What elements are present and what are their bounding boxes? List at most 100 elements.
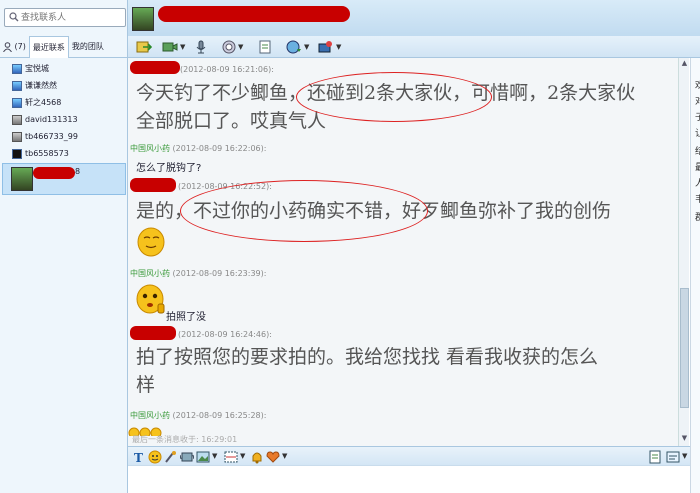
shake-window-icon[interactable] [180,450,194,464]
chat-toolbar: ▼ ▼ ▼ ▼ [128,36,700,58]
message-history-icon[interactable] [648,450,662,464]
message-timestamp: (2012-08-09 16:21:06): [180,65,274,74]
message-text: 样 [136,374,156,396]
tab-contacts[interactable]: (7) [0,36,29,58]
contact-search-input[interactable] [21,11,121,24]
contact-sidebar: (7) 最近联系 我的团队 宝悦城 谦谦然然 轩之4568 david13131… [0,0,128,493]
chevron-down-icon[interactable]: ▼ [682,452,687,460]
sender-name: 中国风小药 [130,144,170,153]
avatar[interactable] [132,7,154,31]
message-timestamp: (2012-08-09 16:22:06): [172,144,267,153]
chat-history: (2012-08-09 16:21:06): 今天钓了不少鲫鱼，还碰到2条大家伙… [128,58,688,446]
contact-item[interactable]: david131313 [0,111,128,128]
redaction-mark [130,178,176,192]
avatar [12,148,22,159]
highlight-circle [296,72,492,122]
side-panel-char: 欢 [695,78,700,91]
apps-icon [318,41,332,53]
contact-item[interactable]: tb466733_99 [0,128,128,145]
svg-text:T: T [134,451,143,464]
redaction-mark [130,61,180,74]
document-icon [259,40,271,54]
side-panel-char: 人 [695,176,700,189]
voice-button[interactable] [194,39,208,55]
avatar [12,131,22,142]
thinking-emoticon-icon [136,284,165,314]
avatar [12,63,22,74]
avatar [11,167,33,191]
side-panel-char: 让 [695,126,700,139]
heart-icon[interactable] [266,450,280,464]
more-apps-button[interactable]: ▼ [318,39,341,55]
message-input[interactable] [128,466,690,493]
chevron-down-icon[interactable]: ▼ [212,452,217,460]
redaction-mark [158,6,350,22]
side-panel-char: 韦 [695,192,700,205]
sender-name: 中国风小药 [130,269,170,278]
search-icon [9,12,19,22]
chat-header [128,0,700,36]
scrollbar-thumb[interactable] [680,288,689,408]
screenshot-icon[interactable] [224,450,238,464]
bell-icon[interactable] [250,450,264,464]
contact-item[interactable]: 宝悦城 [0,60,128,77]
contact-name: 宝悦城 [25,64,49,73]
remote-assist-button[interactable]: ▼ [222,39,243,55]
avatar [12,114,22,125]
side-panel-char: 结 [695,144,700,157]
contact-item[interactable]: 谦谦然然 [0,77,128,94]
person-icon [3,41,12,52]
message-header: 中国风小药 (2012-08-09 16:23:39): [130,268,266,279]
message-timestamp: (2012-08-09 16:23:39): [172,269,267,278]
video-button[interactable]: ▼ [162,39,185,55]
target-icon [222,40,236,54]
video-call-icon [162,42,178,52]
tab-recent[interactable]: 最近联系 [28,36,69,58]
contact-name: tb466733_99 [25,132,78,141]
message-text: 怎么了脱钩了? [136,163,202,174]
smiley-emoticon-icon [137,227,165,257]
image-icon[interactable] [196,450,210,464]
share-button[interactable]: ▼ [286,39,309,55]
scroll-down-icon[interactable]: ▼ [680,434,689,443]
last-message-note: 最后一条消息收于: 16:29:01 [132,435,238,444]
contact-name: 谦谦然然 [25,81,57,90]
avatar [12,80,22,91]
chevron-down-icon[interactable]: ▼ [336,43,341,51]
contact-tabs: (7) 最近联系 我的团队 [0,36,128,58]
message-timestamp: (2012-08-09 16:25:28): [172,411,267,420]
screenshot-button[interactable] [258,39,272,55]
avatar [12,97,22,108]
microphone-icon [196,40,206,54]
message-timestamp: (2012-08-09 16:24:46): [178,330,272,339]
tab-contacts-count: (7) [14,42,26,51]
chevron-down-icon[interactable]: ▼ [282,452,287,460]
font-icon[interactable]: T [132,450,146,464]
send-file-button[interactable] [136,39,152,55]
side-panel-char: 子 [695,110,700,123]
message-header: 中国风小药 (2012-08-09 16:25:28): [130,410,266,421]
chevron-down-icon[interactable]: ▼ [240,452,245,460]
chevron-down-icon[interactable]: ▼ [304,43,309,51]
emoticon-icon[interactable] [148,450,162,464]
selected-contact[interactable]: 8 [2,163,126,195]
sender-name: 中国风小药 [130,411,170,420]
side-panel-char: 最 [695,160,700,173]
message-text: 全部脱口了。哎真气人 [136,110,327,132]
magic-emoticon-icon[interactable] [164,450,178,464]
side-panel-char: 郡 [695,210,700,223]
message-text: 拍了按照您的要求拍的。我给您找找 看看我收获的怎么 [136,346,599,368]
chevron-down-icon[interactable]: ▼ [180,43,185,51]
contact-item[interactable]: 轩之4568 [0,94,128,111]
tab-my-team[interactable]: 我的团队 [69,36,107,58]
scroll-up-icon[interactable]: ▲ [680,59,689,68]
input-toolbar: T ▼ ▼ ▼ ▼ [128,446,690,466]
contact-search-box[interactable] [4,8,126,27]
side-panel-char: 对 [695,94,700,107]
message-text: 拍照了没 [166,312,206,323]
redaction-mark [33,167,75,179]
chat-scrollbar[interactable]: ▲ ▼ [678,58,689,446]
chevron-down-icon[interactable]: ▼ [238,43,243,51]
contact-item[interactable]: tb6558573 [0,145,128,162]
chat-log-icon[interactable] [666,450,680,464]
